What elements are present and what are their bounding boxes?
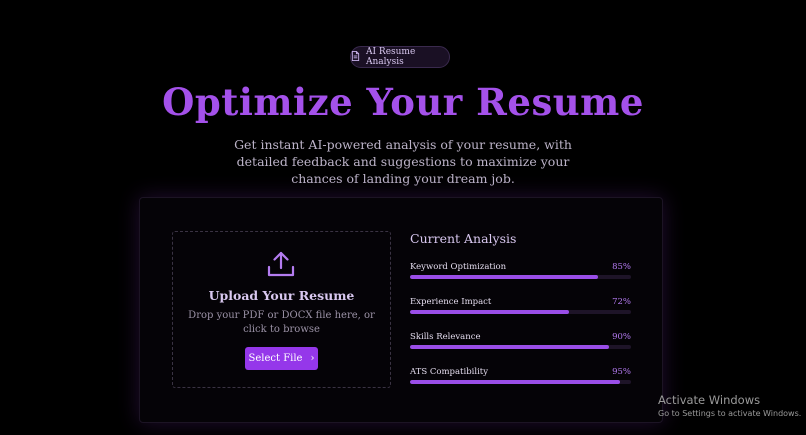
badge-label: AI Resume Analysis <box>366 47 416 67</box>
progress-track <box>410 380 631 384</box>
progress-track <box>410 275 631 279</box>
chevron-right-icon: › <box>310 353 315 364</box>
metric-value: 85% <box>612 262 631 272</box>
progress-track <box>410 310 631 314</box>
page: AI Resume Analysis Optimize Your Resume … <box>0 0 806 435</box>
metric-value: 95% <box>612 367 631 377</box>
metric-label: Keyword Optimization <box>410 262 507 272</box>
metric-experience-impact: Experience Impact 72% <box>410 297 631 321</box>
metric-keyword-optimization: Keyword Optimization 85% <box>410 262 631 286</box>
ai-badge: AI Resume Analysis <box>350 46 450 68</box>
watermark-line1: Activate Windows <box>658 393 761 407</box>
upload-title: Upload Your Resume <box>208 288 355 303</box>
metric-ats-compatibility: ATS Compatibility 95% <box>410 367 631 391</box>
watermark-line2: Go to Settings to activate Windows. <box>658 409 802 418</box>
metric-label: Experience Impact <box>410 297 492 307</box>
metric-label: Skills Relevance <box>410 332 481 342</box>
progress-fill <box>410 310 570 314</box>
document-icon <box>351 50 360 64</box>
upload-description: Drop your PDF or DOCX file here, or clic… <box>188 310 375 335</box>
analysis-title: Current Analysis <box>410 231 517 246</box>
progress-fill <box>410 275 598 279</box>
progress-fill <box>410 345 609 349</box>
metric-skills-relevance: Skills Relevance 90% <box>410 332 631 356</box>
select-file-label: Select File <box>248 353 303 364</box>
activate-windows-watermark: Activate Windows Go to Settings to activ… <box>658 393 801 418</box>
metric-value: 90% <box>612 332 631 342</box>
metric-label: ATS Compatibility <box>410 367 489 377</box>
page-title: Optimize Your Resume <box>162 80 644 124</box>
select-file-button[interactable]: Select File › <box>245 347 318 370</box>
upload-icon <box>267 251 295 277</box>
progress-track <box>410 345 631 349</box>
metric-value: 72% <box>612 297 631 307</box>
page-subtitle: Get instant AI-powered analysis of your … <box>234 137 572 186</box>
progress-fill <box>410 380 620 384</box>
